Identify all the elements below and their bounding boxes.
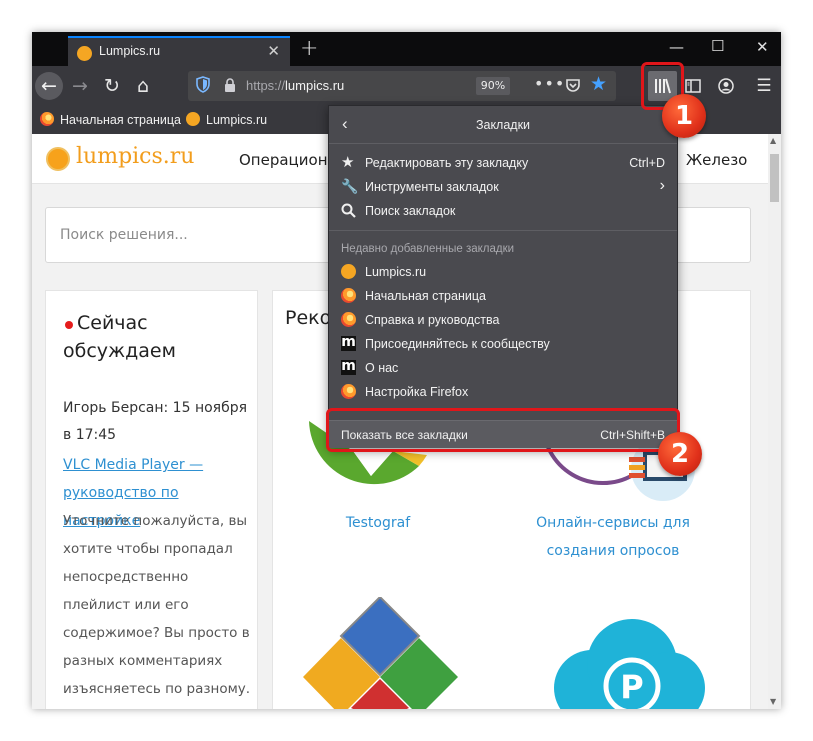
tab-strip: Lumpics.ru ✕ + — ☐ ✕ — [32, 32, 781, 66]
recent-bookmarks-heading: Недавно добавленные закладки — [341, 243, 515, 255]
scroll-up-icon[interactable]: ▲ — [770, 136, 776, 145]
scrollbar-thumb[interactable] — [770, 154, 779, 202]
wrench-icon: 🔧 — [341, 178, 359, 194]
firefox-icon — [40, 112, 54, 126]
svg-text:P: P — [620, 668, 643, 706]
menu-hamburger-icon[interactable]: ☰ — [750, 72, 778, 100]
page-actions-icon[interactable]: ••• — [534, 74, 565, 93]
cloud-p-logo-icon[interactable]: P — [547, 616, 707, 709]
scroll-down-icon[interactable]: ▼ — [770, 697, 776, 706]
recommendations-heading: Реко — [285, 307, 332, 329]
zoom-indicator[interactable]: 90% — [476, 77, 510, 95]
menu-item-os[interactable]: Операционн — [239, 151, 337, 169]
edit-bookmark-item[interactable]: ★ Редактировать эту закладку Ctrl+D — [329, 151, 677, 175]
tracking-shield-icon[interactable] — [196, 76, 210, 93]
close-window-icon[interactable]: ✕ — [756, 38, 769, 56]
panel-header: ‹ Закладки — [329, 106, 677, 144]
sidebar-icon[interactable] — [685, 78, 701, 94]
search-bookmarks-item[interactable]: Поиск закладок — [329, 199, 677, 223]
browser-window: Lumpics.ru ✕ + — ☐ ✕ ← → ↻ ⌂ https://lum… — [32, 32, 781, 709]
forward-button[interactable]: → — [66, 72, 94, 100]
search-icon — [341, 203, 356, 218]
tab-title: Lumpics.ru — [99, 44, 161, 58]
recent-bookmark-start-page[interactable]: Начальная страница — [329, 284, 677, 308]
bookmarks-panel: ‹ Закладки ★ Редактировать эту закладку … — [328, 105, 678, 448]
annotation-badge-1: 1 — [662, 94, 706, 138]
lumpics-favicon-icon — [186, 112, 200, 126]
new-tab-button[interactable]: + — [300, 36, 318, 61]
search-placeholder: Поиск решения... — [60, 227, 188, 243]
minimize-icon[interactable]: — — [669, 38, 684, 56]
card-survey-services[interactable]: Онлайн-сервисы для создания опросов — [513, 509, 713, 565]
card-testograf[interactable]: Testograf — [293, 509, 463, 537]
chevron-right-icon: › — [659, 177, 665, 194]
firefox-icon — [341, 312, 356, 327]
bookmark-lumpics[interactable]: Lumpics.ru — [186, 112, 267, 127]
reload-icon[interactable]: ↻ — [98, 72, 126, 100]
maximize-icon[interactable]: ☐ — [711, 37, 724, 55]
bookmark-star-icon[interactable]: ★ — [590, 73, 607, 95]
close-tab-icon[interactable]: ✕ — [267, 42, 280, 60]
firefox-icon — [341, 384, 356, 399]
lumpics-favicon-icon — [77, 46, 92, 61]
account-icon[interactable] — [718, 78, 734, 94]
bookmark-tools-item[interactable]: 🔧 Инструменты закладок › — [329, 175, 677, 199]
discussion-widget: Сейчас обсуждаем Игорь Берсан: 15 ноября… — [45, 290, 258, 709]
discussion-title: Сейчас обсуждаем — [63, 312, 176, 362]
recent-bookmark-community[interactable]: m Присоединяйтесь к сообществу — [329, 332, 677, 356]
logo-orange-icon[interactable] — [46, 147, 70, 171]
page-scrollbar[interactable]: ▲ ▼ — [768, 134, 781, 709]
pocket-icon[interactable] — [565, 78, 581, 94]
firefox-icon — [341, 288, 356, 303]
recent-bookmark-about[interactable]: m О нас — [329, 356, 677, 380]
lumpics-favicon-icon — [341, 264, 356, 279]
annotation-highlight-show-all — [326, 408, 680, 452]
colored-diamond-logo-icon[interactable] — [303, 597, 458, 709]
site-logo[interactable]: lumpics.ru — [76, 144, 194, 169]
tab-lumpics[interactable]: Lumpics.ru ✕ — [68, 36, 290, 66]
panel-separator — [329, 230, 677, 231]
comment-text: Уточните пожалуйста, вы хотите чтобы про… — [63, 513, 251, 697]
comment-author: Игорь Берсан: 15 ноября в 17:45 — [63, 400, 248, 443]
annotation-badge-2: 2 — [658, 432, 702, 476]
panel-title: Закладки — [475, 118, 531, 132]
home-icon[interactable]: ⌂ — [129, 72, 157, 100]
url-text: https://lumpics.ru — [246, 78, 345, 93]
mozilla-m-icon: m — [341, 334, 356, 351]
bookmark-start-page[interactable]: Начальная страница — [40, 112, 181, 127]
recent-bookmark-help[interactable]: Справка и руководства — [329, 308, 677, 332]
lock-icon[interactable] — [224, 77, 236, 93]
url-bar[interactable]: https://lumpics.ru 90% ••• ★ — [188, 71, 616, 101]
recent-bookmark-customize[interactable]: Настройка Firefox — [329, 380, 677, 404]
back-button[interactable]: ← — [35, 72, 63, 100]
star-icon: ★ — [341, 154, 355, 171]
recent-bookmark-lumpics[interactable]: Lumpics.ru — [329, 260, 677, 284]
mozilla-m-icon: m — [341, 358, 356, 375]
menu-item-hardware[interactable]: Железо — [686, 151, 747, 169]
